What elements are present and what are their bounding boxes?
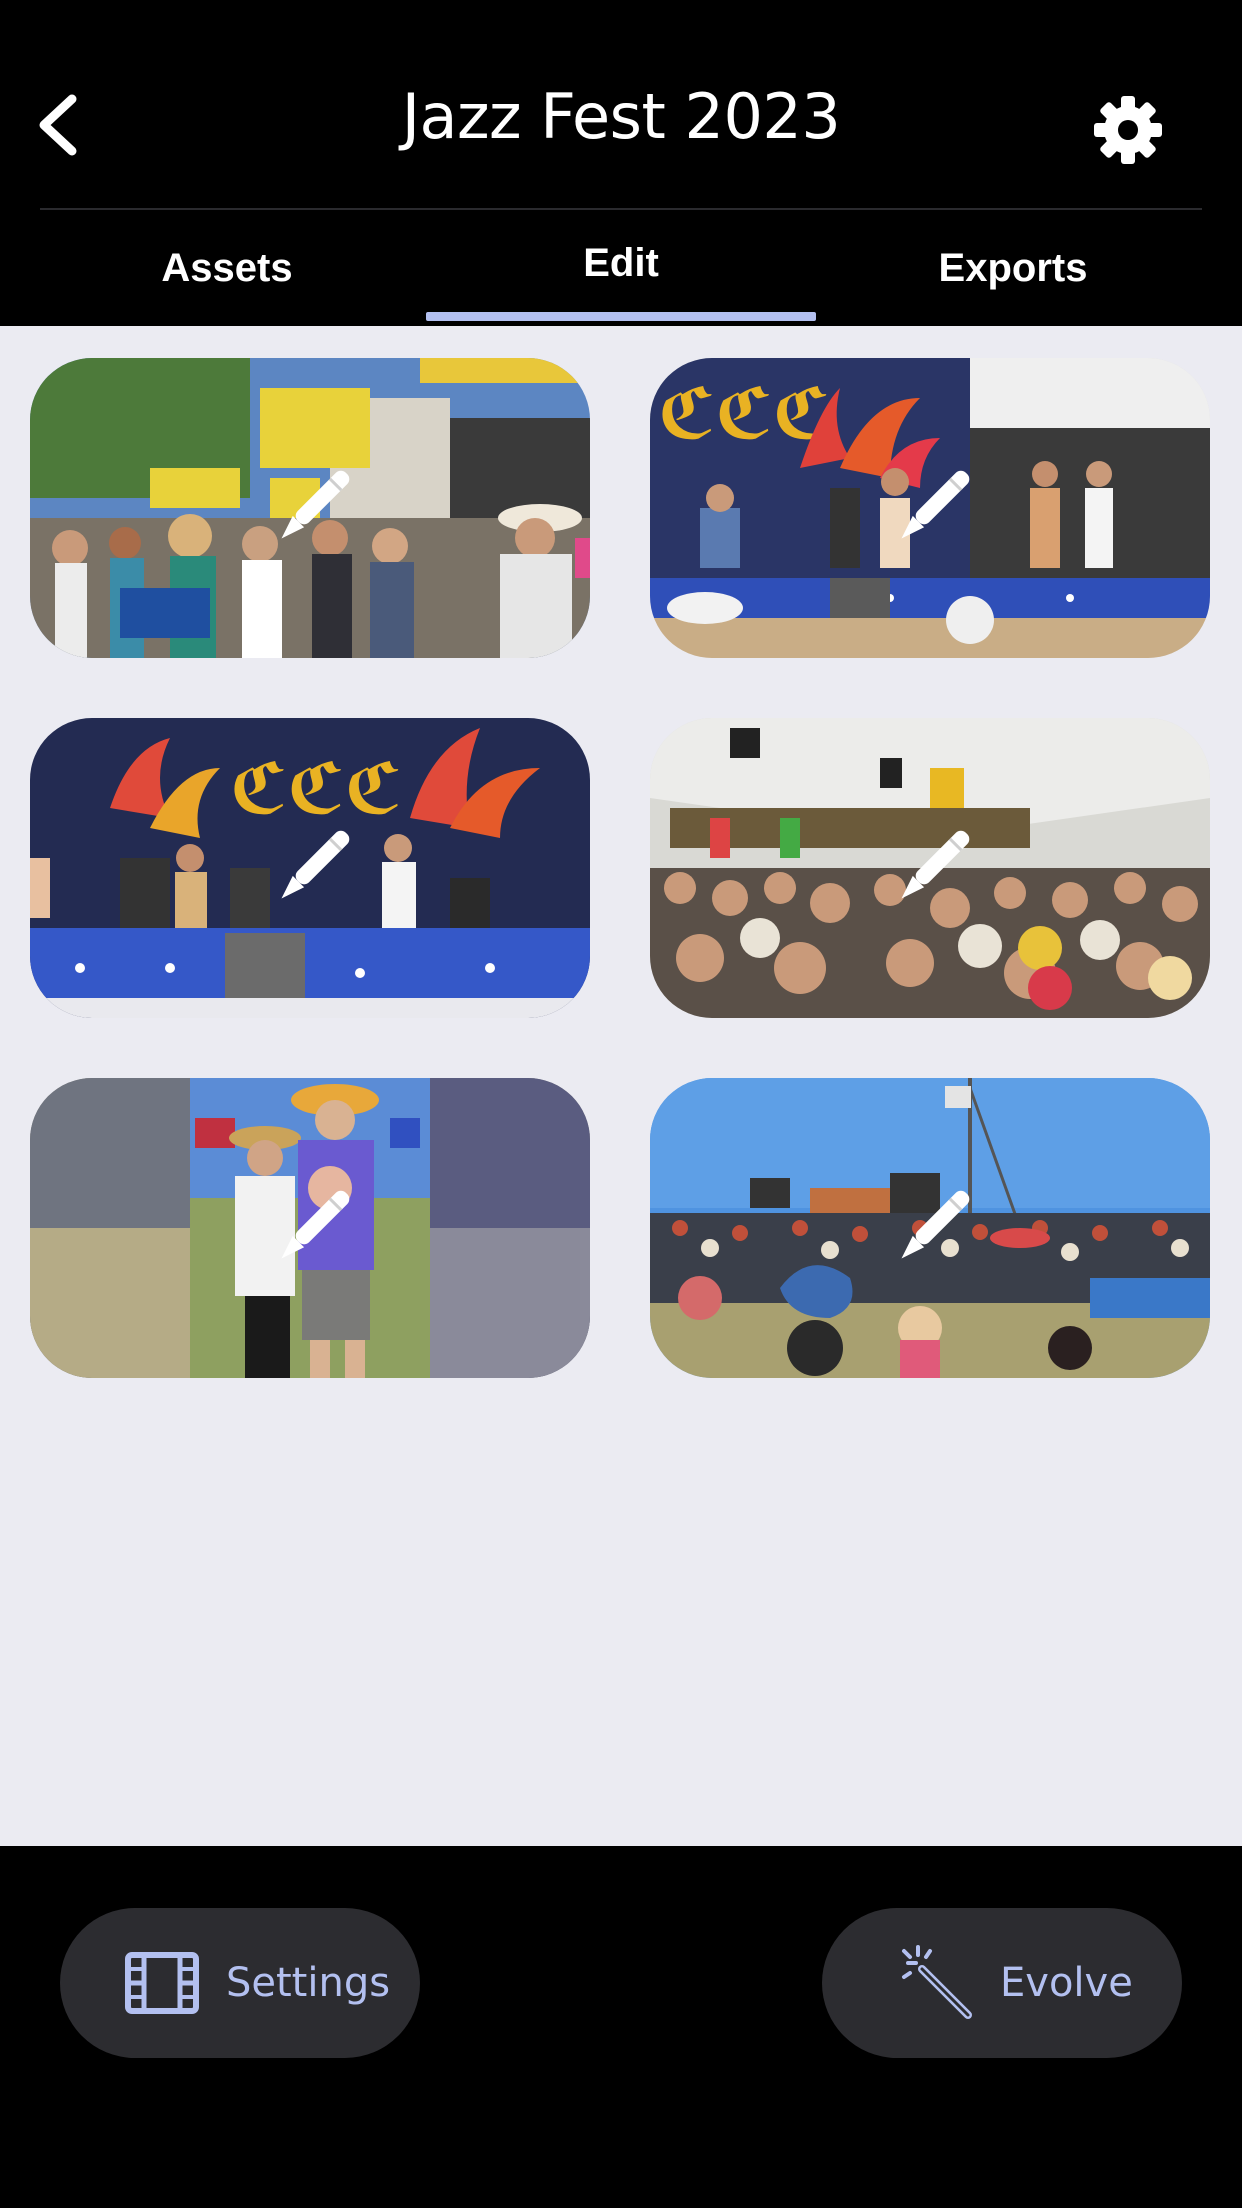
evolve-button[interactable]: Evolve — [822, 1908, 1182, 2058]
pencil-icon — [281, 470, 350, 539]
evolve-button-label: Evolve — [1000, 1960, 1133, 2006]
magic-wand-icon — [902, 1945, 972, 2019]
clip-thumbnail[interactable] — [650, 718, 1210, 1018]
header: Jazz Fest 2023 — [0, 0, 1242, 210]
clip-thumbnail[interactable] — [30, 358, 590, 658]
clip-thumbnail[interactable]: ℭℭℭ — [30, 718, 590, 1018]
svg-text:ℭℭℭ: ℭℭℭ — [658, 373, 830, 455]
settings-button[interactable]: Settings — [60, 1908, 420, 2058]
gear-icon — [1094, 96, 1162, 164]
film-icon — [125, 1952, 199, 2014]
settings-button-label: Settings — [226, 1960, 391, 2006]
tab-bar: Assets Edit Exports — [0, 212, 1242, 324]
bottom-bar: Settings Evolve — [0, 1846, 1242, 2208]
clip-thumbnail[interactable] — [30, 1078, 590, 1378]
pencil-icon — [901, 830, 970, 899]
tab-assets[interactable]: Assets — [0, 212, 454, 324]
pencil-icon — [901, 470, 970, 539]
pencil-icon — [281, 1190, 350, 1259]
tab-edit[interactable]: Edit — [426, 212, 816, 324]
page-title: Jazz Fest 2023 — [401, 80, 841, 153]
clip-thumbnail[interactable]: ℭℭℭ — [650, 358, 1210, 658]
clip-grid: ℭℭℭ ℭℭℭ — [0, 326, 1242, 1846]
tab-selected-indicator — [426, 312, 816, 321]
settings-gear-button[interactable] — [1088, 90, 1168, 170]
tab-exports[interactable]: Exports — [816, 212, 1210, 324]
pencil-icon — [901, 1190, 970, 1259]
clip-thumbnail[interactable] — [650, 1078, 1210, 1378]
header-divider — [40, 208, 1202, 210]
pencil-icon — [281, 830, 350, 899]
